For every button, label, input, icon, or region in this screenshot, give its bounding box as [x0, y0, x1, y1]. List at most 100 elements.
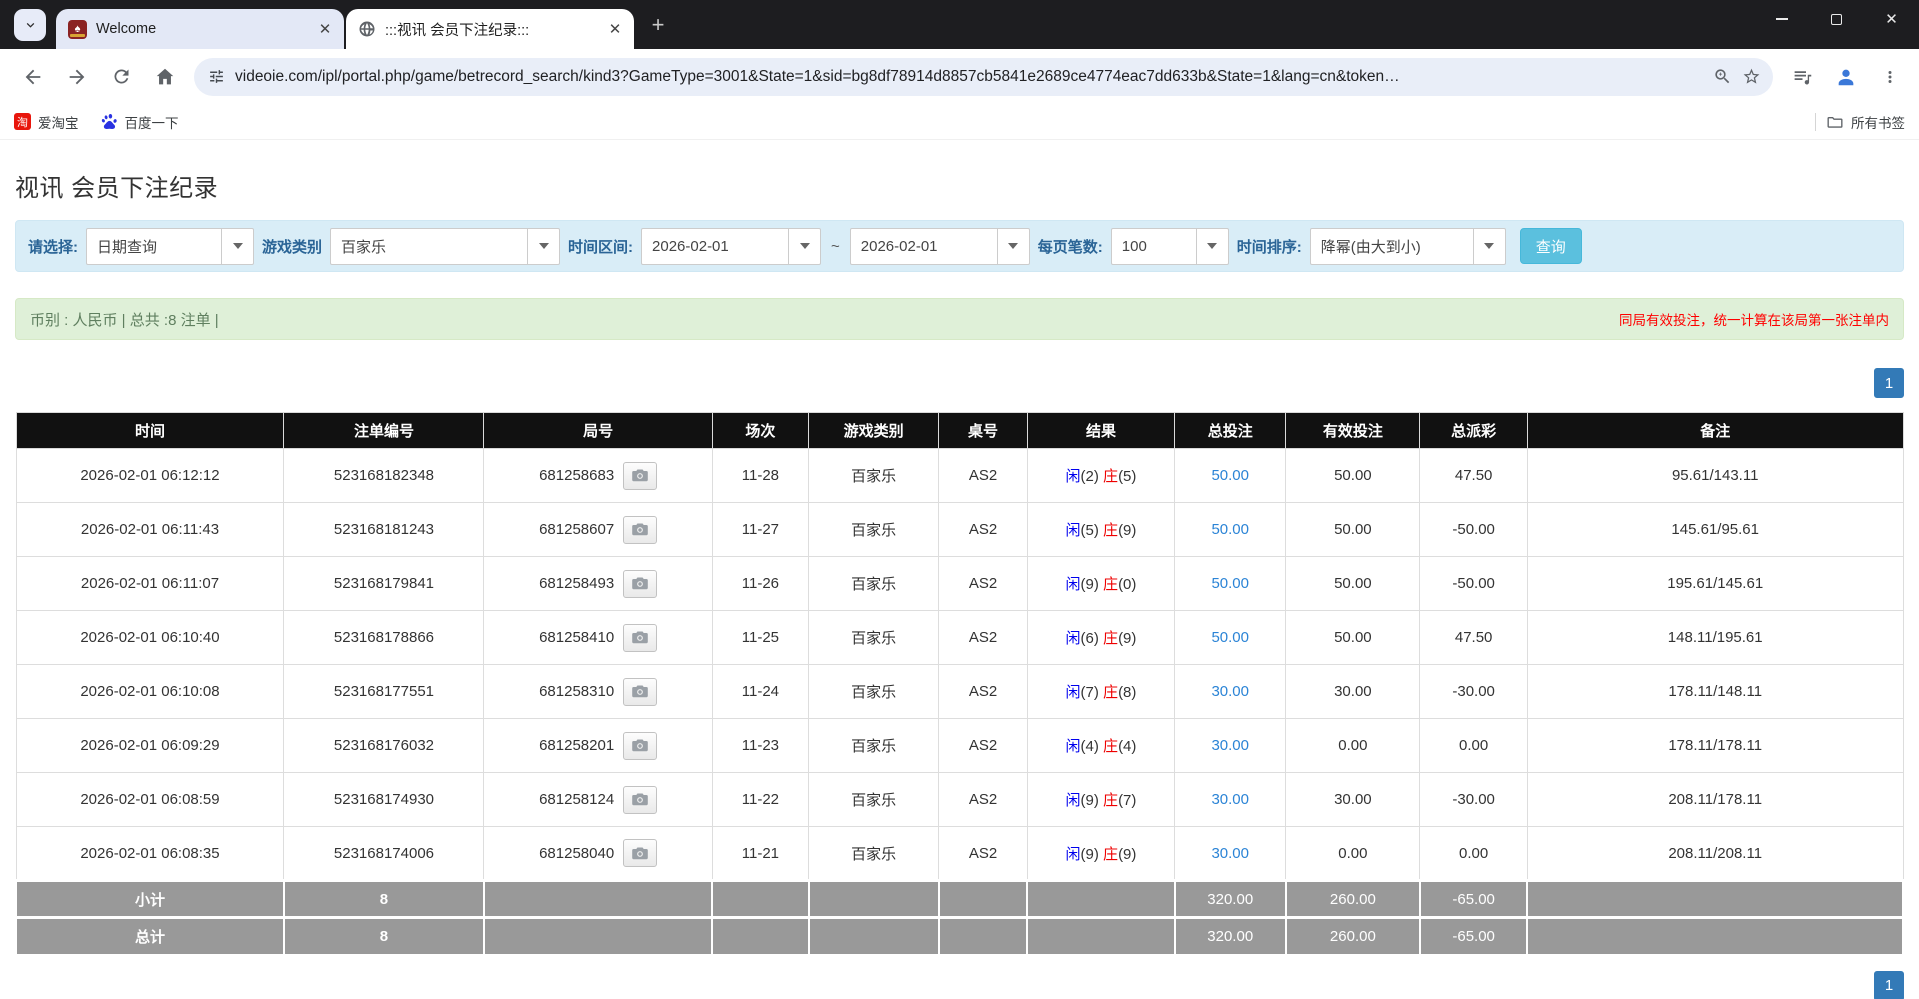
date-from-select[interactable]: 2026-02-01 — [641, 228, 821, 265]
select-type-label: 请选择: — [28, 236, 78, 257]
cell-time: 2026-02-01 06:10:08 — [16, 665, 284, 719]
table-row: 2026-02-01 06:10:08523168177551681258310… — [16, 665, 1903, 719]
camera-icon — [631, 738, 649, 753]
kebab-menu-icon — [1881, 68, 1899, 86]
cell-time: 2026-02-01 06:10:40 — [16, 611, 284, 665]
folder-icon — [1826, 113, 1844, 131]
total-bet-link[interactable]: 50.00 — [1211, 521, 1249, 538]
cell-valid-bet: 50.00 — [1286, 449, 1420, 503]
url-text: videoie.com/ipl/portal.php/game/betrecor… — [235, 68, 1703, 86]
window-maximize-button[interactable] — [1809, 0, 1864, 38]
total-bet-link[interactable]: 30.00 — [1211, 737, 1249, 754]
back-button[interactable] — [14, 58, 52, 96]
cell-game: 百家乐 — [809, 557, 939, 611]
view-video-button[interactable] — [623, 570, 657, 598]
cell-payout: -50.00 — [1420, 503, 1528, 557]
total-bet-link[interactable]: 50.00 — [1211, 629, 1249, 646]
view-video-button[interactable] — [623, 516, 657, 544]
footer-total-bet: 320.00 — [1175, 918, 1286, 955]
total-bet-link[interactable]: 50.00 — [1211, 575, 1249, 592]
cell-session: 11-25 — [712, 611, 808, 665]
bookmark-taobao[interactable]: 淘 爱淘宝 — [14, 112, 79, 132]
cell-session: 11-21 — [712, 827, 808, 881]
taobao-icon: 淘 — [14, 113, 31, 130]
cell-note: 178.11/148.11 — [1527, 665, 1903, 719]
cell-round: 681258683 — [484, 449, 712, 503]
close-tab-icon[interactable]: ✕ — [606, 20, 624, 38]
window-close-button[interactable]: ✕ — [1864, 0, 1919, 38]
footer-empty — [484, 918, 712, 955]
cell-table-no: AS2 — [939, 773, 1028, 827]
cell-valid-bet: 50.00 — [1286, 557, 1420, 611]
footer-empty — [809, 918, 939, 955]
camera-icon — [631, 522, 649, 537]
bookmark-baidu[interactable]: 百度一下 — [101, 112, 179, 132]
per-page-label: 每页笔数: — [1038, 236, 1103, 257]
home-button[interactable] — [146, 58, 184, 96]
total-bet-link[interactable]: 50.00 — [1211, 467, 1249, 484]
cell-round: 681258124 — [484, 773, 712, 827]
cell-game: 百家乐 — [809, 773, 939, 827]
view-video-button[interactable] — [623, 678, 657, 706]
search-button[interactable]: 查询 — [1520, 228, 1582, 264]
tab-welcome[interactable]: ♠ Welcome ✕ — [56, 9, 344, 49]
total-bet-link[interactable]: 30.00 — [1211, 791, 1249, 808]
cell-game: 百家乐 — [809, 827, 939, 881]
cell-table-no: AS2 — [939, 719, 1028, 773]
cell-result: 闲(6) 庄(9) — [1027, 611, 1174, 665]
site-info-icon[interactable] — [208, 68, 225, 85]
menu-button[interactable] — [1871, 58, 1909, 96]
all-bookmarks-label: 所有书签 — [1851, 112, 1905, 132]
new-tab-button[interactable]: + — [644, 11, 672, 39]
tab-betrecord[interactable]: :::视讯 会员下注纪录::: ✕ — [346, 9, 634, 49]
close-tab-icon[interactable]: ✕ — [316, 20, 334, 38]
zoom-icon[interactable] — [1713, 67, 1732, 86]
bookmarks-bar: 淘 爱淘宝 百度一下 所有书签 — [0, 104, 1919, 140]
currency-summary: 币别 : 人民币 | 总共 :8 注单 | — [30, 309, 219, 330]
total-bet-link[interactable]: 30.00 — [1211, 683, 1249, 700]
game-type-select[interactable]: 百家乐 — [330, 228, 560, 265]
footer-payout: -65.00 — [1420, 918, 1528, 955]
cell-total-bet: 50.00 — [1175, 557, 1286, 611]
dropdown-arrow-icon — [527, 229, 559, 264]
tab-search-button[interactable] — [14, 9, 46, 41]
window-minimize-button[interactable] — [1754, 0, 1809, 38]
cell-total-bet: 50.00 — [1175, 611, 1286, 665]
baidu-paw-icon — [101, 113, 118, 130]
view-video-button[interactable] — [623, 732, 657, 760]
view-video-button[interactable] — [623, 839, 657, 867]
column-header: 总派彩 — [1420, 413, 1528, 449]
tab-title: Welcome — [96, 21, 307, 37]
reload-button[interactable] — [102, 58, 140, 96]
footer-row: 总计8320.00260.00-65.00 — [16, 918, 1903, 955]
footer-empty — [712, 881, 808, 918]
cell-bet-id: 523168174006 — [284, 827, 484, 881]
cell-bet-id: 523168179841 — [284, 557, 484, 611]
forward-button[interactable] — [58, 58, 96, 96]
table-row: 2026-02-01 06:11:07523168179841681258493… — [16, 557, 1903, 611]
page-1-button[interactable]: 1 — [1874, 368, 1904, 398]
view-video-button[interactable] — [623, 786, 657, 814]
column-header: 备注 — [1527, 413, 1903, 449]
cell-time: 2026-02-01 06:11:07 — [16, 557, 284, 611]
cell-table-no: AS2 — [939, 827, 1028, 881]
globe-favicon-icon — [358, 20, 376, 38]
query-type-select[interactable]: 日期查询 — [86, 228, 254, 265]
media-controls-button[interactable] — [1783, 58, 1821, 96]
bookmark-star-icon[interactable] — [1742, 67, 1761, 86]
page-1-button[interactable]: 1 — [1874, 971, 1904, 999]
view-video-button[interactable] — [623, 624, 657, 652]
view-video-button[interactable] — [623, 462, 657, 490]
date-to-select[interactable]: 2026-02-01 — [850, 228, 1030, 265]
cell-round: 681258607 — [484, 503, 712, 557]
per-page-select[interactable]: 100 — [1111, 228, 1229, 265]
time-sort-select[interactable]: 降幂(由大到小) — [1310, 228, 1506, 265]
cell-payout: 0.00 — [1420, 827, 1528, 881]
footer-empty — [484, 881, 712, 918]
cell-session: 11-24 — [712, 665, 808, 719]
total-bet-link[interactable]: 30.00 — [1211, 845, 1249, 862]
address-bar[interactable]: videoie.com/ipl/portal.php/game/betrecor… — [194, 58, 1773, 96]
back-icon — [22, 66, 44, 88]
all-bookmarks-button[interactable]: 所有书签 — [1826, 112, 1905, 132]
profile-avatar[interactable] — [1827, 58, 1865, 96]
